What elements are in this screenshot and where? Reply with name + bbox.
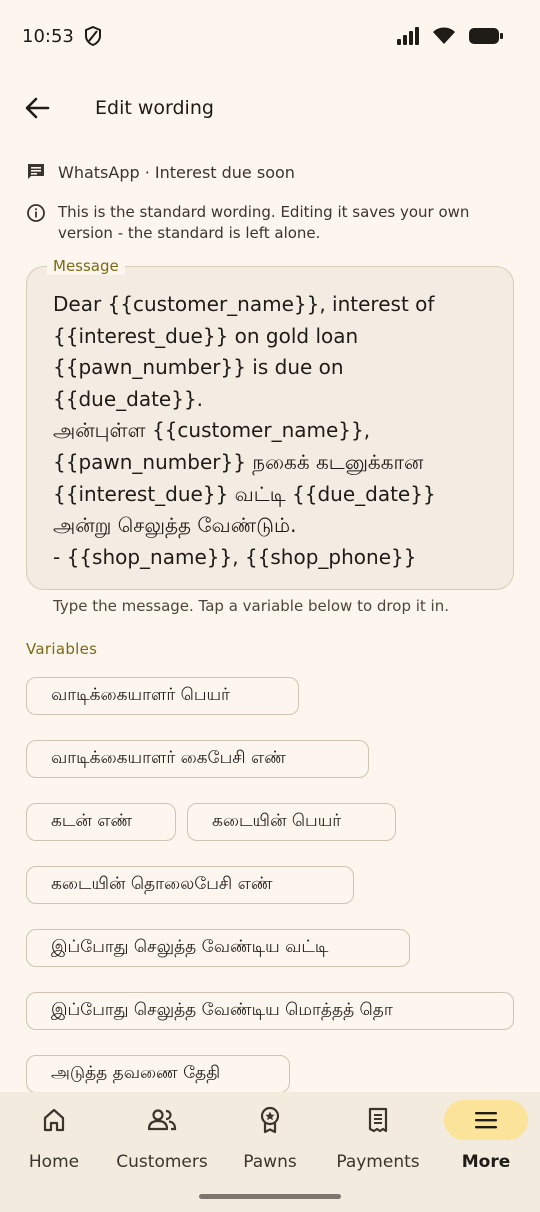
nav-home[interactable]: Home — [0, 1092, 108, 1182]
nav-pawns[interactable]: Pawns — [216, 1092, 324, 1182]
people-icon — [147, 1109, 177, 1131]
page-title: Edit wording — [95, 97, 214, 119]
variable-chip-customer-name[interactable]: வாடிக்கையாளர் பெயர் — [26, 677, 299, 715]
message-helper-text: Type the message. Tap a variable below t… — [53, 597, 449, 615]
home-icon — [43, 1108, 65, 1132]
wifi-icon — [433, 27, 455, 44]
battery-icon — [469, 28, 503, 44]
nav-customers[interactable]: Customers — [108, 1092, 216, 1182]
nav-customers-label: Customers — [116, 1152, 208, 1172]
info-row: This is the standard wording. Editing it… — [26, 202, 506, 244]
back-button[interactable] — [9, 80, 65, 136]
nav-more[interactable]: More — [432, 1092, 540, 1182]
message-input[interactable]: Dear {{customer_name}}, interest of {{in… — [53, 289, 493, 573]
message-icon — [28, 164, 44, 179]
variable-chip-shop-phone[interactable]: கடையின் தொலைபேசி எண் — [26, 866, 354, 904]
channel-row: WhatsApp · Interest due soon — [26, 162, 295, 182]
variable-chip-interest-due[interactable]: இப்போது செலுத்த வேண்டிய வட்டி — [26, 929, 410, 967]
nav-home-label: Home — [28, 1152, 80, 1172]
info-icon — [27, 204, 45, 222]
status-bar: 10:53 — [0, 0, 540, 72]
receipt-icon — [368, 1107, 388, 1133]
badge-icon — [260, 1106, 280, 1134]
status-time: 10:53 — [22, 25, 74, 47]
variable-chip-customer-phone[interactable]: வாடிக்கையாளர் கைபேசி எண் — [26, 740, 369, 778]
info-text: This is the standard wording. Editing it… — [58, 203, 470, 242]
variable-chip-next-due-date[interactable]: அடுத்த தவணை தேதி — [26, 1055, 290, 1093]
variables-title: Variables — [26, 640, 98, 658]
nav-more-label: More — [461, 1152, 511, 1172]
message-field[interactable]: Message Dear {{customer_name}}, interest… — [26, 257, 514, 590]
home-indicator[interactable] — [199, 1194, 341, 1199]
menu-icon — [475, 1112, 497, 1129]
variable-chip-pawn-number[interactable]: கடன் எண் — [26, 803, 176, 841]
app-bar: Edit wording — [0, 72, 540, 144]
arrow-back-icon — [25, 97, 50, 119]
signal-icon — [397, 27, 419, 45]
variable-chip-total-due[interactable]: இப்போது செலுத்த வேண்டிய மொத்தத் தொ — [26, 992, 514, 1030]
vpn-shield-icon — [84, 26, 101, 46]
channel-label: WhatsApp · Interest due soon — [58, 162, 295, 182]
nav-pawns-label: Pawns — [243, 1152, 297, 1172]
nav-payments-label: Payments — [336, 1152, 420, 1172]
message-label: Message — [47, 257, 125, 275]
variable-chip-shop-name[interactable]: கடையின் பெயர் — [187, 803, 396, 841]
nav-payments[interactable]: Payments — [324, 1092, 432, 1182]
